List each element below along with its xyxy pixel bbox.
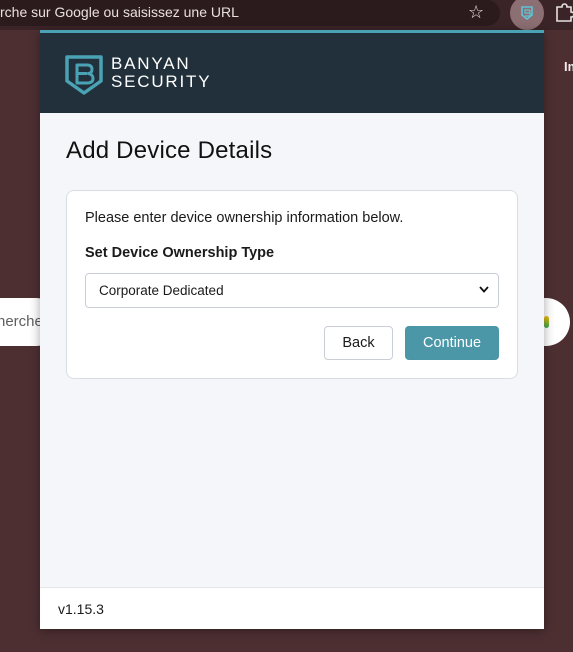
banyan-logo-icon <box>65 55 103 95</box>
puzzle-icon[interactable] <box>555 3 573 23</box>
browser-toolbar: rche sur Google ou saisissez une URL ☆ <box>0 0 573 30</box>
ownership-type-selected-value: Corporate Dedicated <box>99 283 224 298</box>
instructions-text: Please enter device ownership informatio… <box>85 210 404 226</box>
star-icon[interactable]: ☆ <box>468 1 484 23</box>
popup-header: BANYAN SECURITY <box>40 30 544 113</box>
brand-name: BANYAN <box>111 54 191 73</box>
background-link[interactable]: Im <box>564 59 573 74</box>
version-label: v1.15.3 <box>58 601 104 617</box>
background-search-placeholder: herche <box>0 313 43 330</box>
banyan-popup: BANYAN SECURITY Add Device Details Pleas… <box>40 30 544 629</box>
address-bar-placeholder: rche sur Google ou saisissez une URL <box>0 4 239 20</box>
ownership-card: Please enter device ownership informatio… <box>66 190 518 379</box>
ownership-type-label: Set Device Ownership Type <box>85 245 275 261</box>
google-lens-icon <box>544 316 549 328</box>
address-bar[interactable]: rche sur Google ou saisissez une URL ☆ <box>0 0 500 26</box>
back-button[interactable]: Back <box>324 326 393 360</box>
page-title: Add Device Details <box>66 137 273 164</box>
brand-wordmark: BANYAN SECURITY <box>111 55 211 91</box>
ownership-type-select[interactable]: Corporate Dedicated <box>85 273 499 308</box>
brand-subtitle: SECURITY <box>111 72 212 91</box>
chevron-down-icon <box>479 286 489 293</box>
banyan-extension-button[interactable] <box>510 0 544 30</box>
continue-button[interactable]: Continue <box>405 326 499 360</box>
popup-footer: v1.15.3 <box>40 587 544 629</box>
banyan-extension-icon <box>521 6 533 21</box>
